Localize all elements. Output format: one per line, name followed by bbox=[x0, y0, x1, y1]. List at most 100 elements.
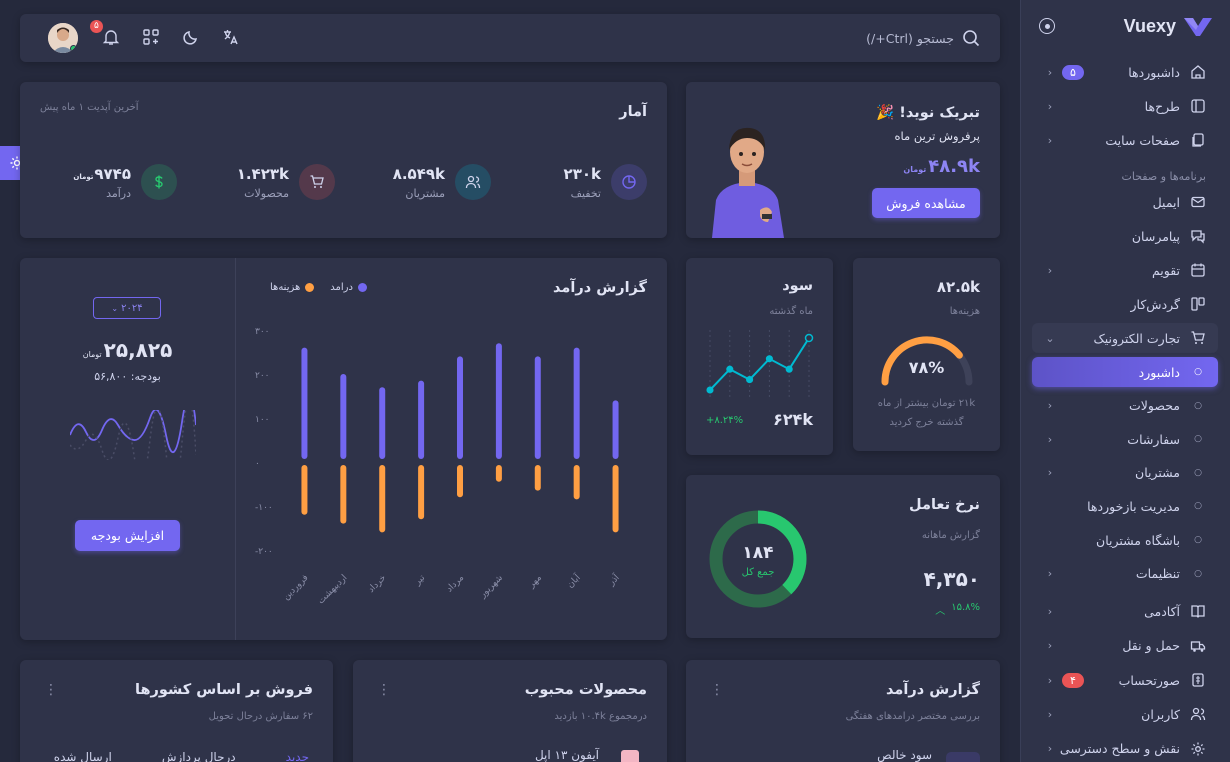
profit-card: سود ماه گذشته ۶۲۴k +۸.۲۴% bbox=[686, 258, 833, 455]
sidebar-item-sidebar-ecom_sub-4[interactable]: ○ مدیریت بازخوردها bbox=[1032, 491, 1218, 521]
bar-income bbox=[340, 374, 347, 459]
bar-income bbox=[301, 347, 308, 459]
avatar[interactable] bbox=[48, 23, 78, 53]
sidebar-item-sidebar-items-2[interactable]: صفحات سایت ‹ bbox=[1032, 125, 1218, 155]
sidebar-item-sidebar-ecom_sub-5[interactable]: ○ باشگاه مشتریان bbox=[1032, 525, 1218, 555]
budget-sparkline bbox=[70, 410, 196, 460]
collapse-toggle-icon[interactable] bbox=[1039, 18, 1055, 34]
brand[interactable]: Vuexy bbox=[1124, 14, 1212, 38]
sidebar-item-label: باشگاه مشتریان bbox=[1096, 532, 1180, 548]
sidebar-item-sidebar-ecom_sub-0[interactable]: ○ داشبورد bbox=[1032, 357, 1218, 387]
y-tick-label: ۳۰۰ bbox=[255, 327, 270, 337]
sidebar-item-label: تنظیمات bbox=[1135, 566, 1180, 582]
congrats-title: تبریک نوید! 🎉 bbox=[876, 105, 980, 121]
nav-badge: ۵ bbox=[1062, 64, 1084, 80]
sidebar-item-sidebar-ecom_sub-2[interactable]: ○ سفارشات ‹ bbox=[1032, 424, 1218, 454]
bar-income bbox=[534, 356, 541, 459]
sidebar-item-sidebar-items-0[interactable]: داشبوردها ۵ ‹ bbox=[1032, 57, 1218, 87]
nav-badge: ۴ bbox=[1062, 672, 1084, 688]
vuexy-logo-icon bbox=[1184, 18, 1212, 36]
view-sales-button[interactable]: مشاهده فروش bbox=[872, 188, 980, 218]
chevron-left-icon: ‹ bbox=[1047, 466, 1053, 480]
circle-icon: ○ bbox=[1194, 467, 1202, 478]
y-tick-label: ۲۰۰ bbox=[255, 371, 270, 381]
sidebar-item-sidebar-ecom_sub-1[interactable]: ○ محصولات ‹ bbox=[1032, 391, 1218, 421]
sidebar-item-sidebar-apps-3[interactable]: گردش‌کار bbox=[1032, 289, 1218, 319]
sidebar-item-sidebar-ecom_sub-6[interactable]: ○ تنظیمات ‹ bbox=[1032, 559, 1218, 589]
chevron-left-icon: ‹ bbox=[1047, 263, 1053, 277]
users-icon bbox=[465, 175, 481, 189]
chevron-left-icon: ‹ bbox=[1047, 639, 1053, 653]
bar-expense bbox=[457, 465, 463, 498]
expenses-note-2: گذشته خرج کردید bbox=[889, 417, 964, 428]
stat-icon-circle bbox=[455, 164, 491, 200]
sidebar-item-sidebar-more-1[interactable]: حمل و نقل ‹ bbox=[1032, 631, 1218, 661]
profit-point bbox=[746, 376, 754, 384]
tab-processing[interactable]: درحال پردازش bbox=[162, 750, 236, 762]
stat-value: ۸.۵۴۹k bbox=[392, 164, 445, 183]
sidebar-item-sidebar-items-1[interactable]: طرح‌ها ‹ bbox=[1032, 91, 1218, 121]
chevron-left-icon: ‹ bbox=[1047, 567, 1053, 581]
language-button[interactable] bbox=[220, 26, 242, 48]
circle-icon: ○ bbox=[1194, 568, 1202, 579]
sidebar-item-sidebar-more-0[interactable]: آکادمی ‹ bbox=[1032, 596, 1218, 626]
profit-point bbox=[804, 333, 814, 343]
sidebar-item-sidebar-more-2[interactable]: صورتحساب ۴ ‹ bbox=[1032, 665, 1218, 695]
x-tick-label: اردیبهشت bbox=[316, 573, 349, 606]
theme-button[interactable] bbox=[180, 26, 202, 48]
increase-budget-button[interactable]: افزایش بودجه bbox=[75, 520, 180, 551]
bar-income bbox=[418, 380, 425, 459]
dollar-icon bbox=[155, 175, 163, 189]
statistics-card: آمار آخرین آپدیت ۱ ماه پیش ۲۳۰k تخفیف ۸.۵۴… bbox=[20, 82, 667, 238]
sidebar-item-sidebar-apps-2[interactable]: تقویم ‹ bbox=[1032, 255, 1218, 285]
circle-icon: ○ bbox=[1194, 535, 1202, 545]
profit-title: سود bbox=[782, 278, 813, 294]
profit-change: +۸.۲۴% bbox=[706, 415, 744, 426]
legend-item: درامد bbox=[330, 282, 367, 293]
sidebar-item-label: گردش‌کار bbox=[1130, 296, 1180, 312]
sidebar-item-sidebar-more-4[interactable]: نقش و سطح دسترسی ‹ bbox=[1032, 734, 1218, 762]
net-profit-icon bbox=[946, 752, 980, 762]
sidebar-item-sidebar-more-3[interactable]: کاربران ‹ bbox=[1032, 699, 1218, 729]
tab-new[interactable]: جدید bbox=[286, 750, 309, 762]
shortcuts-button[interactable] bbox=[140, 26, 162, 48]
net-profit-label: سود خالص bbox=[877, 748, 932, 762]
book-icon bbox=[1191, 605, 1205, 619]
search-box[interactable]: جستجو (Ctrl+/) bbox=[866, 26, 980, 50]
stat-label: محصولات bbox=[244, 186, 289, 200]
sidebar-item-label: مدیریت بازخوردها bbox=[1087, 498, 1180, 514]
sidebar-item-label: داشبوردها bbox=[1128, 64, 1180, 80]
moon-icon bbox=[183, 31, 197, 45]
sidebar-item-sidebar-apps-1[interactable]: پیامرسان bbox=[1032, 221, 1218, 251]
more-vertical-icon[interactable]: ⋮ bbox=[377, 682, 391, 698]
bar-expense bbox=[612, 465, 619, 533]
tab-shipped[interactable]: ارسال شده bbox=[54, 750, 112, 762]
weekly-title: گزارش درآمد bbox=[886, 682, 980, 698]
pie-icon bbox=[622, 175, 636, 189]
congrats-card: تبریک نوید! 🎉 پرفروش ترین ماه ۴۸.۹k توما… bbox=[686, 82, 1000, 238]
sidebar-item-sidebar-apps-4[interactable]: تجارت الکترونیک ⌄ bbox=[1032, 323, 1218, 353]
sidebar-item-sidebar-ecom_sub-3[interactable]: ○ مشتریان ‹ bbox=[1032, 458, 1218, 488]
translate-icon bbox=[224, 30, 238, 45]
stat-icon-circle bbox=[611, 164, 647, 200]
sidebar-item-sidebar-apps-0[interactable]: ایمیل bbox=[1032, 187, 1218, 217]
more-vertical-icon[interactable]: ⋮ bbox=[44, 682, 58, 698]
more-vertical-icon[interactable]: ⋮ bbox=[710, 682, 724, 698]
arrow-up-icon: ︿ bbox=[935, 606, 946, 617]
invoice-icon bbox=[1192, 673, 1204, 687]
stat-icon-circle bbox=[299, 164, 335, 200]
stats-updated: آخرین آپدیت ۱ ماه پیش bbox=[40, 102, 139, 113]
profit-line-chart bbox=[706, 330, 814, 398]
profit-point bbox=[726, 365, 734, 373]
brand-name: Vuexy bbox=[1123, 15, 1176, 36]
notifications-button[interactable]: ۵ bbox=[90, 20, 122, 48]
revenue-bar-chart: ۳۰۰ ۲۰۰ ۱۰۰ ۰ -۱۰۰ -۲۰۰ فروردین اردیبهشت خرداد تی… bbox=[255, 327, 622, 606]
stat-value: ۲۳۰k bbox=[563, 164, 601, 183]
bar-expense bbox=[495, 465, 502, 482]
bar-expense bbox=[573, 465, 580, 500]
stat-currency: تومان bbox=[73, 172, 94, 181]
weekly-subtitle: بررسی مختصر درامدهای هفتگی bbox=[845, 711, 980, 722]
users-icon bbox=[1190, 708, 1206, 721]
year-dropdown[interactable]: ⌄ ۲۰۲۴ bbox=[93, 297, 161, 319]
popular-products-card: محصولات محبوب درمجموع ۱۰.۴k بازدید آیفون… bbox=[353, 660, 667, 762]
